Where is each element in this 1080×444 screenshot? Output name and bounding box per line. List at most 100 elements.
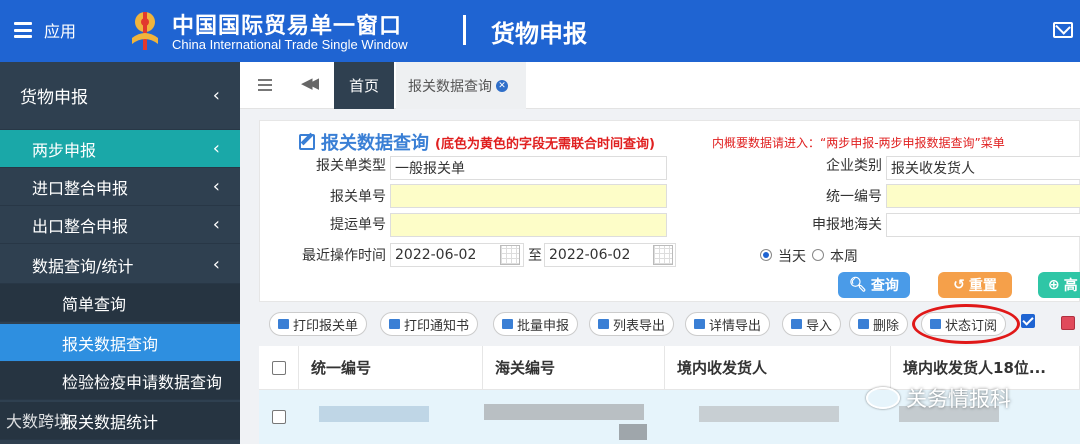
print-notice-button[interactable]: 打印通知书 (380, 312, 479, 336)
sidebar-subitem-decl-query[interactable]: 报关数据查询 (0, 324, 240, 362)
customs-label: 申报地海关 (812, 217, 882, 233)
column-header[interactable]: 境内收发货人 (665, 346, 891, 390)
module-title: 货物申报 (491, 20, 587, 48)
detail-export-button[interactable]: 详情导出 (685, 312, 771, 336)
radio-week[interactable] (812, 249, 824, 261)
radio-today[interactable] (760, 249, 772, 261)
query-button[interactable]: 🔍︎ 查询 (838, 272, 910, 298)
customs-emblem-logo (132, 12, 158, 50)
bill-no-input[interactable] (390, 213, 667, 237)
detail-export-label: 详情导出 (709, 318, 762, 334)
print-notice-label: 打印通知书 (404, 318, 470, 334)
sidebar-item-import-integrated[interactable]: 进口整合申报 ‹ (0, 168, 240, 206)
date-separator: 至 (528, 248, 542, 264)
sidebar-item-label: 两步申报 (32, 140, 97, 160)
chevron-down-icon: ‹ (212, 254, 220, 275)
column-header[interactable]: 海关编号 (483, 346, 665, 390)
delete-label: 删除 (873, 318, 900, 334)
decl-no-input[interactable] (390, 184, 667, 208)
sidebar-subitem-label: 报关数据统计 (62, 412, 159, 432)
upload-icon (502, 319, 513, 329)
export-icon (694, 319, 705, 329)
watermark: 关务情报科 (866, 383, 1011, 413)
panel-hint: 内概要数据请进入：“两步申报-两步申报数据查询”菜单 (712, 136, 1005, 150)
unified-no-input[interactable] (886, 184, 1080, 208)
decl-no-label: 报关单号 (330, 189, 386, 205)
corner-watermark: 大数跨境 (6, 408, 70, 432)
select-all-checkbox[interactable] (272, 360, 286, 375)
customs-input[interactable] (886, 213, 1080, 237)
import-label: 导入 (806, 318, 833, 334)
search-plus-icon: ⊕ (1048, 277, 1060, 293)
sidebar-subitem-simple-query[interactable]: 简单查询 (0, 284, 240, 322)
calendar-icon[interactable] (500, 245, 520, 265)
sidebar-item-label: 进口整合申报 (32, 178, 129, 198)
sidebar-subitem-inspection-query[interactable]: 检验检疫申请数据查询 (0, 362, 240, 400)
sidebar-item-export-integrated[interactable]: 出口整合申报 ‹ (0, 206, 240, 244)
column-header[interactable]: 统一编号 (299, 346, 483, 390)
sidebar-subitem-label: 简单查询 (62, 294, 127, 314)
redacted-cell (484, 404, 644, 420)
printer-icon (278, 319, 289, 329)
batch-declare-label: 批量申报 (517, 318, 570, 334)
select-all-header (259, 346, 299, 390)
reset-button-label: 重置 (968, 278, 997, 294)
print-decl-button[interactable]: 打印报关单 (269, 312, 368, 336)
bill-no-label: 提运单号 (330, 217, 386, 233)
hamburger-icon (14, 22, 32, 38)
toolbar-checkbox[interactable] (1021, 314, 1035, 328)
sidebar-item-label: 数据查询/统计 (32, 256, 134, 276)
sidebar-group-label: 货物申报 (20, 88, 88, 108)
sidebar: 货物申报 ‹ 两步申报 ‹ 进口整合申报 ‹ 出口整合申报 ‹ 数据查询/统计 … (0, 62, 240, 444)
redacted-cell (319, 406, 429, 422)
recent-time-label: 最近操作时间 (302, 248, 386, 264)
advanced-button-label: 高 (1063, 278, 1078, 294)
tab-bar: ◀◀ 首页 报关数据查询 ✕ (240, 62, 1080, 109)
chevron-left-icon: ‹ (212, 138, 220, 159)
sidebar-item-data-query[interactable]: 数据查询/统计 ‹ (0, 246, 240, 284)
search-icon: 🔍︎ (849, 277, 867, 293)
watermark-text: 关务情报科 (906, 387, 1011, 411)
panel-title: 报关数据查询 (底色为黄色的字段无需联合时间查询) (299, 129, 655, 155)
redacted-cell (619, 424, 647, 440)
sidebar-group-cargo-declaration[interactable]: 货物申报 ‹ (0, 62, 240, 130)
radio-today-label: 当天 (778, 249, 806, 265)
tab-decl-query[interactable]: 报关数据查询 ✕ (396, 62, 526, 109)
delete-button[interactable]: 删除 (849, 312, 909, 336)
decl-type-select[interactable]: 一般报关单 (390, 156, 667, 180)
tab-scroll-left-icon[interactable]: ◀◀ (301, 74, 319, 92)
sidebar-item-two-step[interactable]: 两步申报 ‹ (0, 130, 240, 168)
query-button-label: 查询 (870, 278, 899, 294)
header-divider (463, 15, 466, 45)
advanced-query-button[interactable]: ⊕ 高 (1038, 272, 1080, 298)
list-export-button[interactable]: 列表导出 (589, 312, 675, 336)
chevron-left-icon: ‹ (212, 214, 220, 235)
reset-icon: ↺ (953, 277, 965, 293)
panel-title-text: 报关数据查询 (321, 133, 429, 154)
corner-watermark-text: 大数跨境 (6, 412, 71, 431)
tab-home-label: 首页 (348, 77, 379, 95)
highlight-oval (912, 304, 1020, 344)
query-panel: 报关数据查询 (底色为黄色的字段无需联合时间查询) 内概要数据请进入：“两步申报… (259, 120, 1080, 302)
import-button[interactable]: 导入 (782, 312, 842, 336)
calendar-icon[interactable] (653, 245, 673, 265)
company-type-select[interactable]: 报关收发货人 (886, 156, 1080, 180)
batch-declare-button[interactable]: 批量申报 (493, 312, 579, 336)
company-type-label: 企业类别 (826, 158, 882, 174)
close-tab-icon[interactable]: ✕ (496, 79, 508, 92)
chevron-left-icon: ‹ (212, 176, 220, 197)
wechat-icon (866, 387, 900, 409)
printer-icon (389, 319, 400, 329)
app-menu-label: 应用 (44, 22, 77, 41)
row-checkbox[interactable] (272, 410, 286, 424)
brand-title-en: China International Trade Single Window (172, 37, 408, 52)
tab-home[interactable]: 首页 (334, 62, 394, 109)
reset-button[interactable]: ↺ 重置 (938, 272, 1012, 298)
panel-note: (底色为黄色的字段无需联合时间查询) (435, 136, 655, 152)
mail-icon[interactable] (1053, 22, 1073, 38)
trash-icon (858, 319, 869, 329)
print-decl-label: 打印报关单 (293, 318, 359, 334)
collapse-menu-icon[interactable] (258, 79, 272, 91)
app-menu-button[interactable]: 应用 (14, 18, 76, 42)
unified-no-label: 统一编号 (826, 189, 882, 205)
